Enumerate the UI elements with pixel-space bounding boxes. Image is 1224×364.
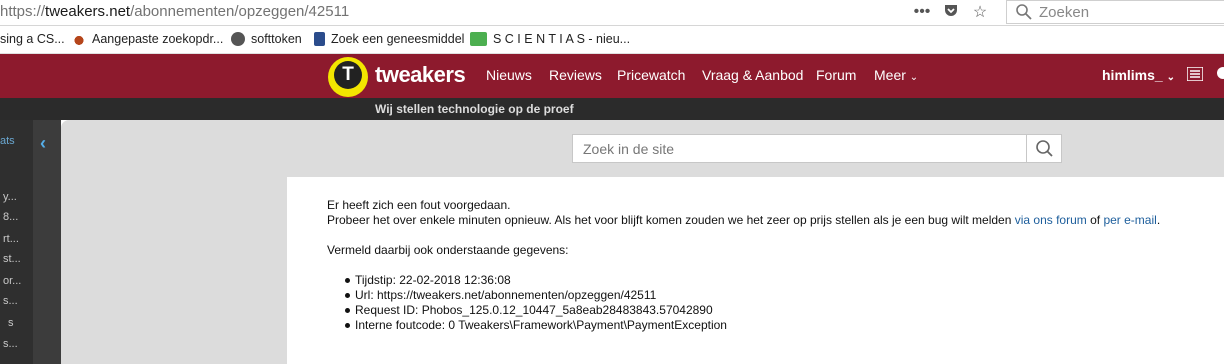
- search-icon: [1016, 4, 1032, 20]
- brand-name[interactable]: tweakers: [375, 62, 466, 88]
- error-message-text: Probeer het over enkele minuten opnieuw.…: [327, 213, 1015, 227]
- bookmark-item[interactable]: S C I E N T I A S - nieu...: [470, 32, 630, 46]
- bookmark-item[interactable]: sing a CS...: [0, 32, 65, 46]
- email-link[interactable]: per e-mail: [1103, 213, 1156, 227]
- error-message-end: .: [1156, 213, 1161, 227]
- side-item[interactable]: s: [8, 317, 14, 329]
- user-menu[interactable]: himlims_ ⌄: [1102, 67, 1175, 83]
- url-domain: tweakers.net: [45, 3, 131, 20]
- list-icon[interactable]: [1187, 67, 1203, 81]
- details-intro: Vermeld daarbij ook onderstaande gegeven…: [327, 243, 569, 257]
- nav-news[interactable]: Nieuws: [486, 67, 532, 83]
- bookmark-label: sing a CS...: [0, 32, 65, 46]
- chevron-down-icon: ⌄: [1166, 72, 1175, 83]
- bookmark-item[interactable]: Zoek een geneesmiddel: [314, 32, 464, 46]
- detail-error-code: Interne foutcode: 0 Tweakers\Framework\P…: [345, 318, 727, 332]
- browser-url-bar[interactable]: https://tweakers.net/abonnementen/opzegg…: [0, 0, 1224, 26]
- logo-letter: T: [334, 61, 362, 89]
- error-title: Er heeft zich een fout voorgedaan.: [327, 198, 511, 212]
- browser-search-box[interactable]: Zoeken: [1006, 0, 1224, 24]
- bookmark-star-icon[interactable]: ☆: [970, 2, 990, 22]
- side-item[interactable]: rt...: [3, 233, 19, 245]
- nav-pricewatch[interactable]: Pricewatch: [617, 67, 685, 83]
- url-text[interactable]: https://tweakers.net/abonnementen/opzegg…: [0, 3, 349, 20]
- bookmark-label: softtoken: [251, 32, 302, 46]
- tagline-bar: [0, 98, 1224, 120]
- globe-icon: [231, 32, 245, 46]
- bookmark-item[interactable]: Aangepaste zoekopdr...: [72, 32, 223, 46]
- error-message: Probeer het over enkele minuten opnieuw.…: [327, 213, 1160, 227]
- tagline: Wij stellen technologie op de proef: [375, 102, 574, 116]
- sidebar-toggle[interactable]: [33, 120, 61, 364]
- username: himlims_: [1102, 67, 1163, 83]
- browser-search-placeholder: Zoeken: [1039, 4, 1090, 21]
- detail-timestamp: Tijdstip: 22-02-2018 12:36:08: [345, 273, 511, 287]
- paw-icon: [72, 32, 86, 46]
- shield-icon: [314, 32, 325, 46]
- site-search-placeholder: Zoek in de site: [583, 141, 675, 157]
- detail-request-id: Request ID: Phobos_125.0.12_10447_5a8eab…: [345, 303, 713, 317]
- nav-vraag-aanbod[interactable]: Vraag & Aanbod: [702, 67, 803, 83]
- side-item[interactable]: s...: [3, 338, 18, 350]
- bookmark-label: Aangepaste zoekopdr...: [92, 32, 224, 46]
- forum-link[interactable]: via ons forum: [1015, 213, 1087, 227]
- bookmark-label: Zoek een geneesmiddel: [331, 32, 465, 46]
- site-search-button[interactable]: [1026, 134, 1062, 163]
- chevron-down-icon: ⌄: [909, 72, 919, 83]
- chevron-left-icon[interactable]: ‹: [40, 133, 46, 154]
- side-item[interactable]: y...: [3, 191, 17, 203]
- side-item[interactable]: 8...: [3, 211, 18, 223]
- pocket-icon[interactable]: [941, 2, 961, 23]
- nav-reviews[interactable]: Reviews: [549, 67, 602, 83]
- detail-url: Url: https://tweakers.net/abonnementen/o…: [344, 288, 657, 302]
- url-path: /abonnementen/opzeggen/42511: [130, 3, 350, 20]
- sci-icon: [470, 32, 487, 46]
- url-prefix: https://: [0, 3, 46, 20]
- bookmark-label: S C I E N T I A S - nieu...: [493, 32, 631, 46]
- bookmark-item[interactable]: softtoken: [231, 32, 302, 46]
- nav-forum[interactable]: Forum: [816, 67, 856, 83]
- bookmarks-bar: sing a CS... Aangepaste zoekopdr... soft…: [0, 27, 1224, 54]
- nav-more[interactable]: Meer ⌄: [874, 67, 918, 83]
- search-icon: [1036, 140, 1053, 157]
- chat-icon[interactable]: [1217, 67, 1224, 79]
- side-item[interactable]: s...: [3, 295, 18, 307]
- side-item[interactable]: or...: [3, 275, 21, 287]
- more-actions-icon[interactable]: •••: [912, 3, 932, 21]
- site-search-input[interactable]: Zoek in de site: [572, 134, 1027, 163]
- side-panel: ats y... 8... rt... st... or... s... s s…: [0, 120, 33, 364]
- error-message-mid: of: [1086, 213, 1104, 227]
- site-header: [0, 54, 1224, 98]
- side-item[interactable]: ats: [0, 135, 15, 147]
- nav-more-label: Meer: [874, 67, 906, 83]
- side-item[interactable]: st...: [3, 253, 21, 265]
